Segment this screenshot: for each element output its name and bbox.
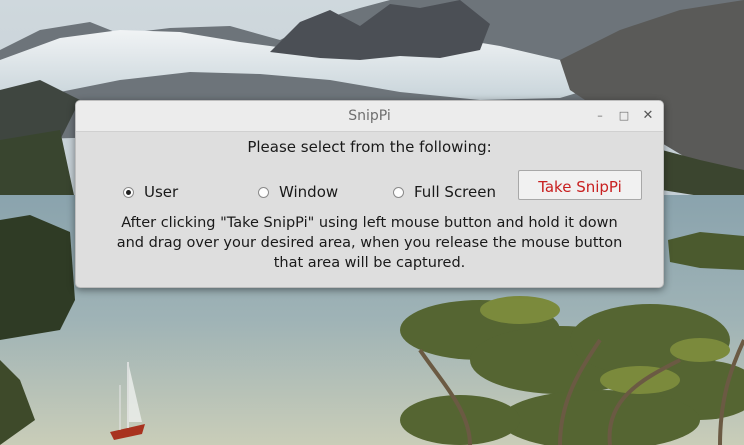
radio-unchecked-icon[interactable] (393, 186, 404, 198)
radio-full-screen[interactable]: Full Screen (393, 177, 496, 207)
title-bar[interactable]: SnipPi – □ ✕ (76, 101, 663, 132)
radio-window-label: Window (279, 183, 339, 201)
take-snippi-button[interactable]: Take SnipPi (518, 170, 642, 200)
radio-checked-icon[interactable] (123, 186, 134, 198)
radio-unchecked-icon[interactable] (258, 186, 269, 198)
close-icon[interactable]: ✕ (640, 108, 656, 124)
radio-full-screen-label: Full Screen (414, 183, 496, 201)
maximize-icon[interactable]: □ (616, 108, 632, 124)
radio-window[interactable]: Window (258, 177, 338, 207)
snippi-window: SnipPi – □ ✕ Please select from the foll… (75, 100, 664, 288)
window-title: SnipPi (348, 108, 391, 124)
radio-user-label: User (144, 183, 179, 201)
minimize-icon[interactable]: – (592, 108, 608, 124)
selection-prompt: Please select from the following: (247, 138, 492, 156)
instructions-text: After clicking "Take SnipPi" using left … (116, 215, 623, 271)
radio-user[interactable]: User (123, 177, 178, 207)
